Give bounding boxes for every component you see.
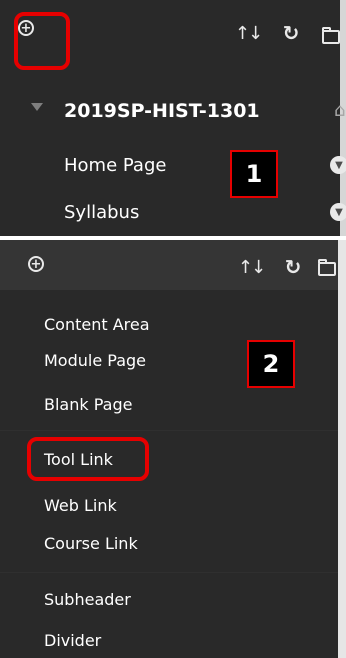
menu-item-divider[interactable]: Divider [44,631,101,650]
folder-icon[interactable] [318,26,344,48]
menu-item-content-area[interactable]: Content Area [44,315,150,334]
menu-item-web-link[interactable]: Web Link [44,496,117,515]
chevron-down-icon[interactable] [31,103,43,111]
course-title[interactable]: 2019SP-HIST-1301 [64,100,260,122]
menu-separator [0,572,338,573]
add-menu-toolbar: + ↑↓ ↻ [0,240,338,290]
folder-icon[interactable] [314,258,340,280]
refresh-icon[interactable]: ↻ [276,18,306,48]
home-icon[interactable]: ⌂ [334,100,346,121]
menu-item-subheader[interactable]: Subheader [44,590,131,609]
course-menu-panel-2: + ↑↓ ↻ Content Area Module Page Blank Pa… [0,240,346,658]
add-button-highlight [14,12,70,70]
sort-icon[interactable]: ↑↓ [233,18,263,48]
menu-item-course-link[interactable]: Course Link [44,534,138,553]
home-page-options-icon[interactable]: ▼ [330,156,346,174]
menu-separator [0,430,338,431]
menu-item-tool-link[interactable]: Tool Link [44,450,113,469]
callout-number-2: 2 [247,340,295,388]
course-row[interactable]: 2019SP-HIST-1301 ⌂ [0,88,345,134]
refresh-icon[interactable]: ↻ [278,252,308,282]
add-menu-item-icon[interactable]: + [28,256,44,272]
callout-number-1: 1 [230,150,278,198]
syllabus-options-icon[interactable]: ▼ [330,203,346,221]
course-menu-panel-1: + ↑↓ ↻ 2019SP-HIST-1301 ⌂ Home Page ▼ Sy… [0,0,346,236]
course-menu-toolbar: + ↑↓ ↻ [0,0,340,70]
menu-item-module-page[interactable]: Module Page [44,351,146,370]
menu-item-blank-page[interactable]: Blank Page [44,395,132,414]
plus-circle-icon: + [28,256,44,272]
nav-item-syllabus[interactable]: Syllabus [64,202,139,223]
nav-item-home-page[interactable]: Home Page [64,155,166,176]
sort-icon[interactable]: ↑↓ [236,252,266,282]
